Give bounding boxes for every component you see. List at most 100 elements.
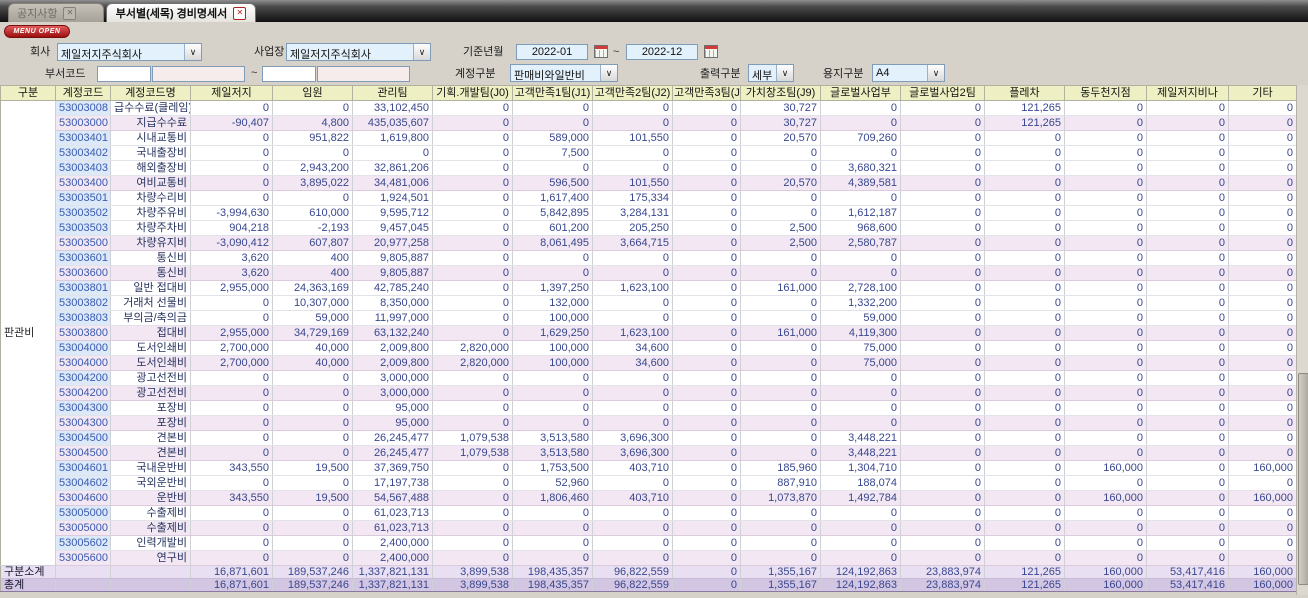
cell-value: 2,943,200 [272, 160, 353, 176]
footer-value: 198,435,357 [512, 578, 593, 592]
cell-value: 0 [820, 520, 901, 536]
calendar-icon[interactable] [594, 45, 608, 58]
cell-value: 0 [900, 370, 985, 386]
vertical-scrollbar[interactable] [1296, 85, 1308, 595]
table-row: 53005602 인력개발비 0 0 2,400,000 0 0 0 0 0 0 0 0 0 0 0 [1, 535, 1297, 551]
cell-value: 0 [190, 445, 273, 461]
cell-value: 2,009,800 [352, 340, 433, 356]
cell-value: 0 [1064, 325, 1147, 341]
cell-value: 0 [672, 205, 741, 221]
cell-value: 34,729,169 [272, 325, 353, 341]
site-select[interactable]: 제일저지주식회사 ∨ [286, 43, 431, 61]
cell-value: 0 [900, 325, 985, 341]
cell-account-code: 53003802 [55, 295, 111, 311]
cell-value: 0 [1146, 280, 1229, 296]
cell-value: 0 [900, 385, 985, 401]
cell-value: 0 [1228, 355, 1297, 371]
footer-value: 160,000 [1064, 578, 1147, 592]
cell-account-name: 광고선전비 [110, 385, 191, 401]
cell-value: 0 [512, 370, 593, 386]
period-from-input[interactable] [516, 44, 588, 60]
period-to-input[interactable] [626, 44, 698, 60]
cell-value: 0 [190, 550, 273, 566]
cell-value: 0 [1146, 535, 1229, 551]
account-type-value: 판매비와일반비 [514, 70, 585, 81]
cell-value: 0 [190, 100, 273, 116]
group-subtotal-row: 구분소계 16,871,601 189,537,246 1,337,821,131 3,… [0, 565, 1297, 579]
tab-notice[interactable]: 공지사항 ✕ [8, 3, 104, 22]
table-row: 53003802 거래처 선물비 0 10,307,000 8,350,000 0 132,… [1, 295, 1297, 311]
cell-value: 0 [272, 100, 353, 116]
cell-value: 0 [1064, 445, 1147, 461]
cell-value: 0 [672, 400, 741, 416]
cell-value: 75,000 [820, 355, 901, 371]
cell-value: 0 [272, 190, 353, 206]
dept-name-from-input[interactable] [152, 66, 245, 82]
cell-value: 0 [1228, 535, 1297, 551]
site-label: 사업장 [254, 46, 285, 58]
dept-code-from-input[interactable] [97, 66, 151, 82]
cell-value: 0 [272, 415, 353, 431]
dept-separator: ~ [251, 67, 258, 79]
cell-value: 0 [984, 190, 1065, 206]
cell-value: 0 [740, 145, 821, 161]
chevron-down-icon: ∨ [413, 44, 430, 60]
cell-value: 0 [190, 385, 273, 401]
cell-value: 0 [1146, 190, 1229, 206]
cell-value: 0 [984, 325, 1065, 341]
cell-value: 0 [1228, 205, 1297, 221]
company-label: 회사 [30, 46, 51, 58]
cell-value: 0 [900, 205, 985, 221]
cell-account-name: 통신비 [110, 250, 191, 266]
table-row: 53003501 차량수리비 0 0 1,924,501 0 1,617,400 175,33… [1, 190, 1297, 206]
cell-value: 0 [1064, 355, 1147, 371]
cell-value: 161,000 [740, 325, 821, 341]
company-select[interactable]: 제일저지주식회사 ∨ [57, 43, 202, 61]
cell-value: 0 [432, 100, 513, 116]
cell-value: 0 [432, 310, 513, 326]
dept-name-to-input[interactable] [317, 66, 410, 82]
cell-value: 0 [432, 265, 513, 281]
cell-value: 0 [672, 325, 741, 341]
output-type-select[interactable]: 세부 ∨ [748, 64, 794, 82]
cell-value: 0 [740, 205, 821, 221]
close-icon[interactable]: ✕ [63, 6, 77, 20]
cell-value: 0 [1064, 160, 1147, 176]
close-icon[interactable]: ✕ [233, 6, 247, 20]
cell-value: 0 [820, 265, 901, 281]
cell-value: 0 [1064, 190, 1147, 206]
cell-value: 3,284,131 [592, 205, 673, 221]
calendar-icon[interactable] [704, 45, 718, 58]
cell-value: 100,000 [512, 310, 593, 326]
account-type-label: 계정구분 [455, 68, 496, 80]
cell-value: 0 [672, 490, 741, 506]
cell-value: 403,710 [592, 490, 673, 506]
table-row: 53003503 차량주차비 904,218 -2,193 9,457,045 0 601,… [1, 220, 1297, 236]
cell-value: 33,102,450 [352, 100, 433, 116]
cell-value: 0 [900, 475, 985, 491]
cell-value: 0 [1146, 490, 1229, 506]
cell-account-code: 53003401 [55, 130, 111, 146]
cell-value: 3,513,580 [512, 430, 593, 446]
cell-value: 0 [1146, 265, 1229, 281]
cell-value: 0 [592, 415, 673, 431]
footer-empty-cell [55, 578, 111, 592]
account-type-select[interactable]: 판매비와일반비 ∨ [510, 64, 618, 82]
cell-value: 0 [984, 130, 1065, 146]
scrollbar-thumb[interactable] [1298, 373, 1308, 585]
menu-open-button[interactable]: MENU OPEN [4, 25, 70, 38]
tab-expense-report[interactable]: 부서별(세목) 경비명세서 ✕ [106, 3, 256, 22]
cell-value: 0 [592, 160, 673, 176]
footer-value: 96,822,559 [592, 578, 673, 592]
cell-account-code: 53005000 [55, 505, 111, 521]
cell-value: 0 [432, 145, 513, 161]
dept-code-to-input[interactable] [262, 66, 316, 82]
cell-value: 0 [984, 355, 1065, 371]
cell-value: 0 [672, 415, 741, 431]
cell-value: 0 [1228, 100, 1297, 116]
cell-value: 3,513,580 [512, 445, 593, 461]
paper-type-select[interactable]: A4 ∨ [872, 64, 945, 82]
cell-value: 0 [512, 100, 593, 116]
cell-value: 0 [432, 550, 513, 566]
cell-value: 0 [820, 550, 901, 566]
